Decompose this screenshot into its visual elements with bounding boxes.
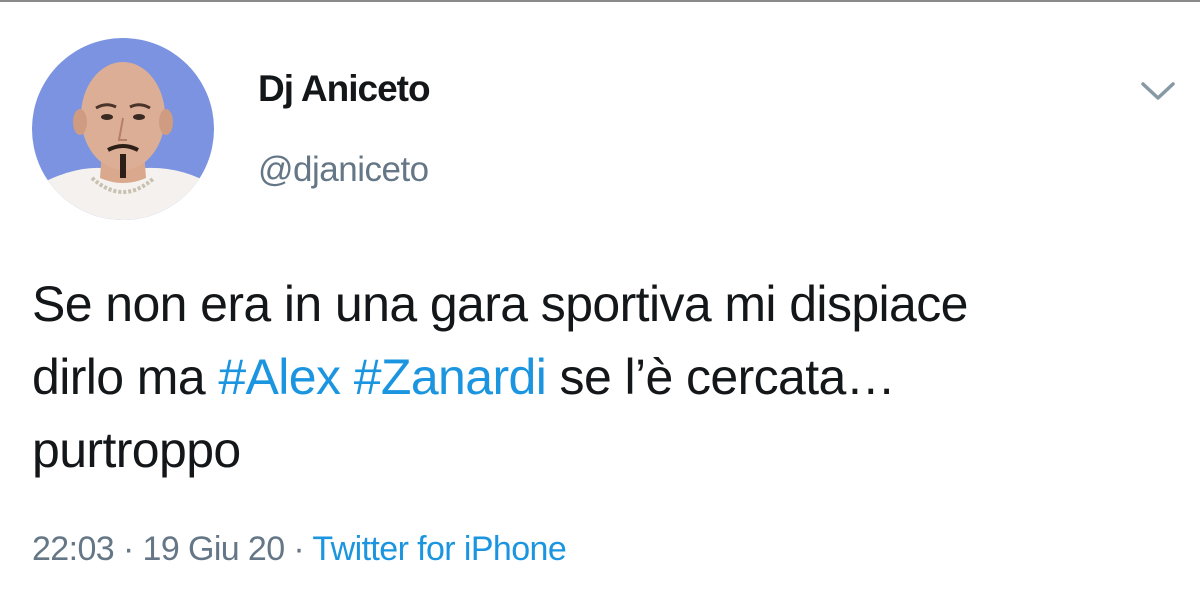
author-display-name[interactable]: Dj Aniceto: [258, 68, 431, 110]
chevron-down-icon: [1141, 82, 1175, 100]
avatar-image: [32, 38, 214, 220]
avatar[interactable]: [32, 38, 214, 220]
tweet-text-line-2: dirlo ma #Alex #Zanardi se l’è cercata…: [32, 341, 1182, 414]
tweet-text-line-1: Se non era in una gara sportiva mi dispi…: [32, 276, 968, 332]
tweet-text-space: [340, 349, 353, 405]
hashtag-alex-link[interactable]: #Alex: [218, 349, 341, 405]
tweet-text: Se non era in una gara sportiva mi dispi…: [32, 268, 1182, 487]
hashtag-zanardi-link[interactable]: #Zanardi: [354, 349, 547, 405]
tweet-date[interactable]: 19 Giu 20: [143, 530, 286, 568]
tweet-text-segment: dirlo ma: [32, 349, 219, 405]
author-handle[interactable]: @djaniceto: [258, 150, 429, 190]
tweet-metadata: 22:03 · 19 Giu 20 · Twitter for iPhone: [32, 530, 567, 569]
tweet-source-link[interactable]: Twitter for iPhone: [312, 530, 566, 568]
tweet-card: Dj Aniceto @djaniceto Se non era in una …: [0, 0, 1200, 609]
tweet-text-line-3: purtroppo: [32, 422, 241, 478]
tweet-text-segment: se l’è cercata…: [546, 349, 896, 405]
top-divider: [0, 0, 1200, 2]
meta-separator: ·: [284, 530, 313, 568]
tweet-time[interactable]: 22:03: [32, 530, 115, 568]
tweet-menu-button[interactable]: [1138, 78, 1178, 104]
meta-separator: ·: [114, 530, 143, 568]
